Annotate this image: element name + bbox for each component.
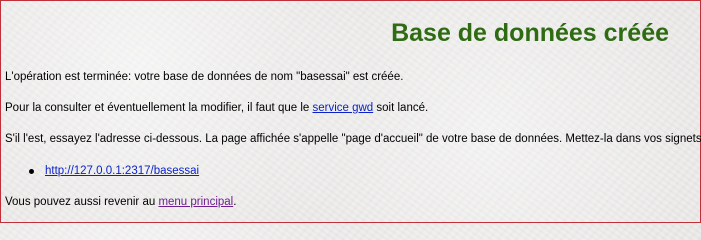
page: Base de données créée L'opération est te… xyxy=(1,1,701,222)
confirmation-text: L'opération est terminée: votre base de … xyxy=(5,71,404,83)
bullet-icon xyxy=(29,168,34,174)
page-title: Base de données créée xyxy=(391,19,669,47)
service-gwd-link[interactable]: service gwd xyxy=(312,102,373,114)
return-text-before: Vous pouvez aussi revenir au xyxy=(5,196,159,208)
main-menu-link[interactable]: menu principal xyxy=(158,196,233,208)
service-instruction-after: soit lancé. xyxy=(373,102,429,114)
return-text: Vous pouvez aussi revenir au menu princi… xyxy=(5,195,236,209)
return-text-after: . xyxy=(233,196,237,208)
address-list: http://127.0.0.1:2317/basessai xyxy=(29,164,199,178)
list-item: http://127.0.0.1:2317/basessai xyxy=(29,164,199,178)
database-address-link[interactable]: http://127.0.0.1:2317/basessai xyxy=(45,164,199,178)
address-instruction: S'il l'est, essayez l'adresse ci-dessous… xyxy=(5,133,701,145)
service-instruction-before: Pour la consulter et éventuellement la m… xyxy=(5,102,313,114)
service-instruction: Pour la consulter et éventuellement la m… xyxy=(5,101,428,115)
